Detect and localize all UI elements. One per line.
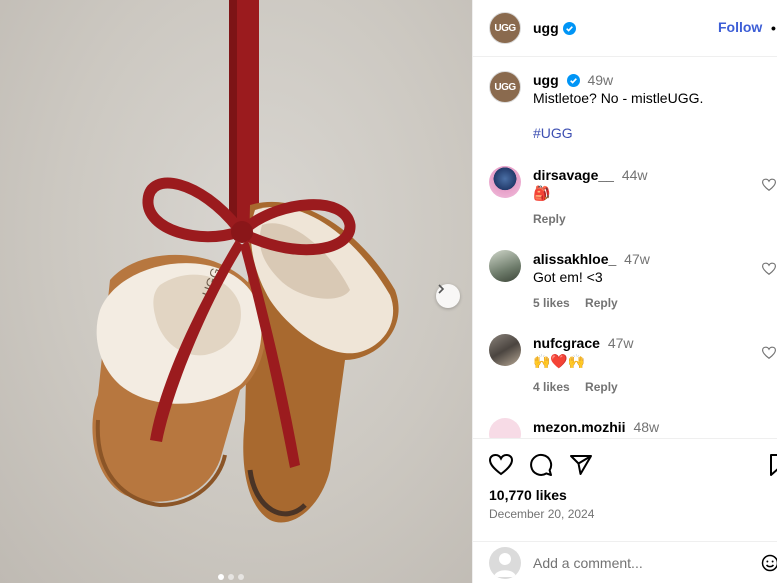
comment-username[interactable]: alissakhloe_ bbox=[533, 251, 616, 267]
caption-text: Mistletoe? No - mistleUGG. bbox=[533, 90, 704, 106]
comment-meta: Reply bbox=[533, 210, 648, 228]
comment-input[interactable] bbox=[533, 555, 733, 571]
comment-item: nufcgrace 47w 🙌❤️🙌 4 likes Reply bbox=[489, 334, 777, 396]
comment-text: 🙌❤️🙌 bbox=[533, 353, 586, 369]
heart-icon[interactable] bbox=[762, 178, 776, 192]
comment-time[interactable]: 47w bbox=[608, 335, 634, 351]
instagram-post-modal: UGG UGG ugg Follow • UGG ugg 49w Mistlet… bbox=[0, 0, 777, 583]
post-date[interactable]: December 20, 2024 bbox=[489, 507, 594, 521]
heart-icon[interactable] bbox=[489, 453, 513, 477]
author-avatar[interactable]: UGG bbox=[489, 12, 521, 44]
carousel-indicator bbox=[218, 574, 244, 580]
likes-count[interactable]: 10,770 likes bbox=[489, 487, 567, 503]
comment-time[interactable]: 47w bbox=[624, 251, 650, 267]
avatar-text: UGG bbox=[494, 81, 516, 93]
author-username[interactable]: ugg bbox=[533, 20, 559, 36]
follow-button[interactable]: Follow bbox=[718, 19, 762, 35]
carousel-dot bbox=[238, 574, 244, 580]
heart-icon[interactable] bbox=[762, 346, 776, 360]
comment-text: Got em! <3 bbox=[533, 269, 603, 285]
comment-time[interactable]: 44w bbox=[622, 167, 648, 183]
more-options-button[interactable]: • bbox=[771, 20, 777, 36]
default-avatar-icon bbox=[494, 553, 516, 577]
post-side-panel: UGG ugg Follow • UGG ugg 49w Mistletoe? … bbox=[472, 0, 777, 583]
ugg-slippers-illustration: UGG bbox=[92, 0, 399, 523]
comment-item: alissakhloe_ 47w Got em! <3 5 likes Repl… bbox=[489, 250, 777, 312]
caption-username[interactable]: ugg bbox=[533, 72, 559, 88]
reply-button[interactable]: Reply bbox=[585, 296, 618, 310]
commenter-avatar[interactable] bbox=[489, 334, 521, 366]
reply-button[interactable]: Reply bbox=[585, 380, 618, 394]
comment-username[interactable]: mezon.mozhii bbox=[533, 419, 626, 435]
comment-username[interactable]: nufcgrace bbox=[533, 335, 600, 351]
share-icon[interactable] bbox=[569, 453, 593, 477]
reply-button[interactable]: Reply bbox=[533, 212, 566, 226]
comment-likes[interactable]: 4 likes bbox=[533, 380, 570, 394]
comment-item: dirsavage__ 44w 🎒 Reply bbox=[489, 166, 777, 228]
verified-badge-icon bbox=[566, 74, 580, 87]
comment-item: mezon.mozhii 48w bbox=[489, 418, 777, 438]
commenter-avatar[interactable] bbox=[489, 418, 521, 438]
action-icons bbox=[489, 453, 593, 477]
commenter-avatar[interactable] bbox=[489, 166, 521, 198]
comment-text: 🎒 bbox=[533, 185, 551, 201]
bookmark-icon[interactable] bbox=[769, 453, 777, 477]
comment-username[interactable]: dirsavage__ bbox=[533, 167, 614, 183]
carousel-dot-active bbox=[218, 574, 224, 580]
caption-hashtag[interactable]: #UGG bbox=[533, 124, 703, 142]
current-user-avatar bbox=[489, 547, 521, 579]
post-actions: 10,770 likes December 20, 2024 bbox=[473, 438, 777, 583]
commenter-avatar[interactable] bbox=[489, 250, 521, 282]
post-header: UGG ugg Follow • bbox=[473, 0, 777, 57]
comment-time[interactable]: 48w bbox=[633, 419, 659, 435]
add-comment-bar bbox=[473, 541, 777, 583]
post-caption: UGG ugg 49w Mistletoe? No - mistleUGG. #… bbox=[489, 71, 703, 142]
comment-icon[interactable] bbox=[529, 453, 553, 477]
heart-icon[interactable] bbox=[762, 262, 776, 276]
comment-meta: 4 likes Reply bbox=[533, 378, 634, 396]
caption-author-avatar[interactable]: UGG bbox=[489, 71, 521, 103]
carousel-dot bbox=[228, 574, 234, 580]
emoji-icon[interactable] bbox=[761, 554, 777, 572]
chevron-right-icon bbox=[438, 284, 445, 294]
avatar-text: UGG bbox=[494, 22, 516, 34]
caption-time[interactable]: 49w bbox=[587, 72, 613, 88]
verified-badge-icon bbox=[562, 21, 576, 35]
next-photo-button[interactable] bbox=[436, 284, 460, 308]
comment-likes[interactable]: 5 likes bbox=[533, 296, 570, 310]
comments-section: UGG ugg 49w Mistletoe? No - mistleUGG. #… bbox=[473, 57, 777, 438]
post-image: UGG bbox=[0, 0, 472, 583]
comment-meta: 5 likes Reply bbox=[533, 294, 650, 312]
